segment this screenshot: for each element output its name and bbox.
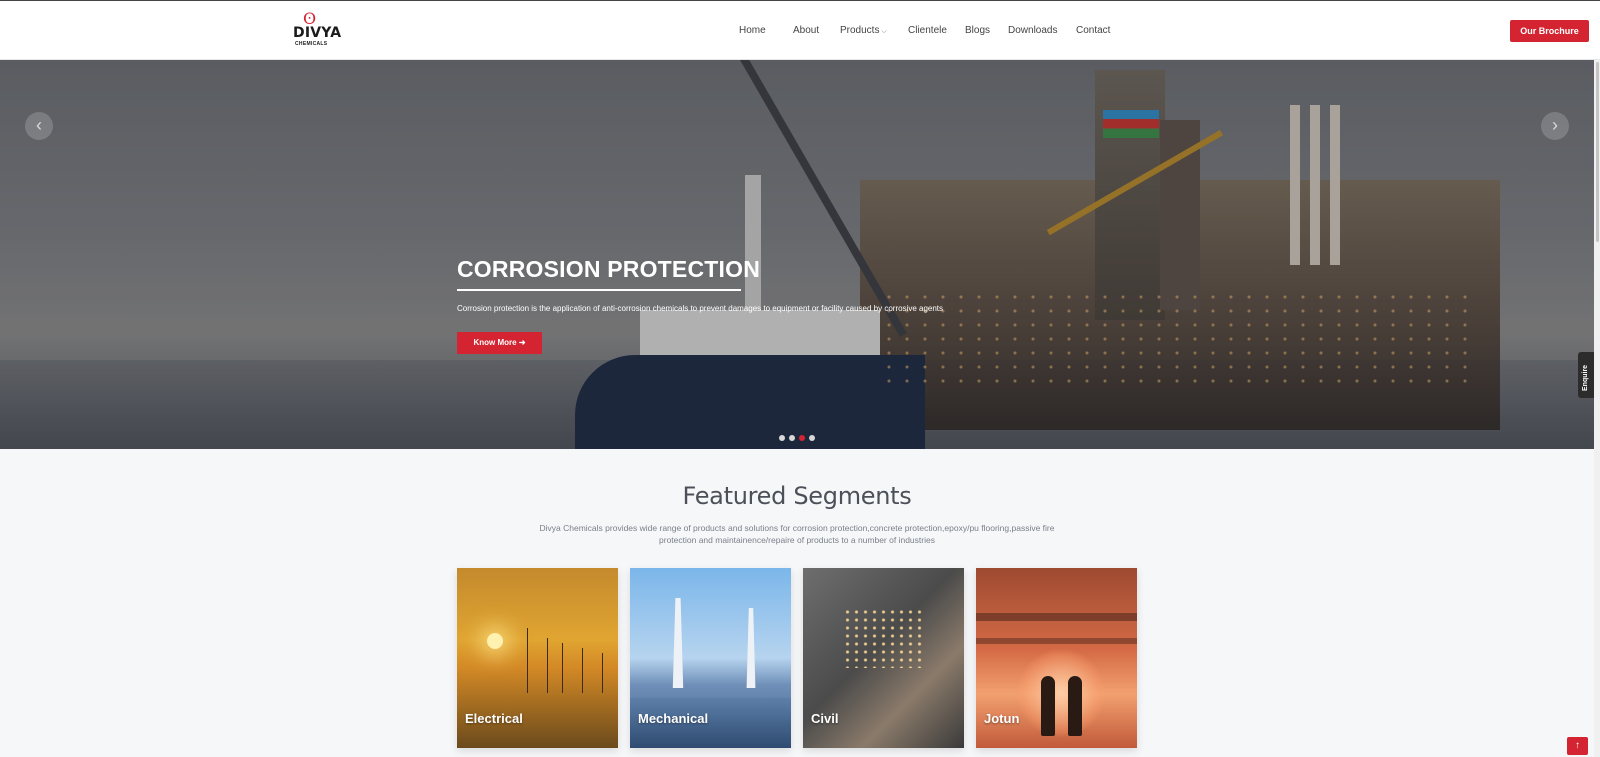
chevron-right-icon: ›	[1552, 115, 1558, 135]
chevron-left-icon: ‹	[36, 115, 42, 135]
segment-card-electrical[interactable]: Electrical	[457, 568, 618, 748]
hero-overlay	[0, 60, 1600, 449]
hero-description: Corrosion protection is the application …	[457, 304, 944, 313]
segment-card-label: Jotun	[984, 711, 1020, 726]
wind-turbine	[562, 643, 563, 693]
chevron-down-icon: ⌵	[881, 28, 887, 35]
segment-card-jotun[interactable]: Jotun	[976, 568, 1137, 748]
enquire-tab[interactable]: Enquire	[1578, 352, 1594, 398]
slider-dot-3[interactable]	[799, 435, 805, 441]
segment-card-mechanical[interactable]: Mechanical	[630, 568, 791, 748]
arrow-right-icon: ➜	[518, 338, 526, 347]
featured-segments-title: Featured Segments	[682, 482, 912, 510]
logo-name: DIVYA	[293, 25, 342, 41]
glow-shape	[1016, 648, 1106, 738]
divya-chemicals-logo[interactable]: ʘ DIVYA CHEMICALS	[293, 11, 341, 49]
nav-home[interactable]: Home	[739, 25, 766, 37]
wind-turbine	[582, 648, 583, 693]
slider-dot-2[interactable]	[789, 435, 795, 441]
pipe-shape	[976, 613, 1137, 621]
nav-blogs[interactable]: Blogs	[965, 25, 990, 37]
top-navbar: ʘ DIVYA CHEMICALS Home About Products ⌵ C…	[0, 0, 1600, 60]
hero-title: CORROSION PROTECTION	[457, 256, 761, 282]
nav-about[interactable]: About	[793, 25, 819, 37]
nav-contact[interactable]: Contact	[1076, 25, 1110, 37]
wind-turbine	[547, 638, 548, 693]
our-brochure-button[interactable]: Our Brochure	[1510, 20, 1589, 42]
arrow-up-icon: ↑	[1575, 740, 1580, 751]
segment-card-label: Civil	[811, 711, 839, 726]
slider-dot-4[interactable]	[809, 435, 815, 441]
segment-card-civil[interactable]: Civil	[803, 568, 964, 748]
slider-next-button[interactable]: ›	[1541, 112, 1569, 140]
hero-title-underline	[457, 289, 741, 291]
enquire-label: Enquire	[1582, 364, 1589, 391]
slider-dot-1[interactable]	[779, 435, 785, 441]
featured-segments-description: Divya Chemicals provides wide range of p…	[539, 523, 1055, 545]
know-more-button[interactable]: Know More ➜	[457, 332, 542, 354]
hero-slider: ‹ › CORROSION PROTECTION Corrosion prote…	[0, 60, 1600, 449]
slider-prev-button[interactable]: ‹	[25, 112, 53, 140]
worker-silhouette	[1068, 676, 1082, 736]
segment-card-label: Mechanical	[638, 711, 709, 726]
welding-sparks	[843, 608, 923, 668]
nav-products[interactable]: Products ⌵	[840, 25, 887, 38]
wind-turbine	[527, 628, 528, 693]
scroll-to-top-button[interactable]: ↑	[1567, 737, 1588, 755]
nav-downloads[interactable]: Downloads	[1008, 25, 1057, 37]
port-crane	[672, 598, 684, 688]
wind-turbine	[602, 653, 603, 693]
pipe-shape	[976, 638, 1137, 644]
nav-products-label: Products	[840, 25, 880, 36]
worker-silhouette	[1041, 676, 1055, 736]
logo-subtitle: CHEMICALS	[295, 41, 328, 47]
port-crane	[746, 608, 756, 688]
segment-card-label: Electrical	[465, 711, 523, 726]
nav-clientele[interactable]: Clientele	[908, 25, 947, 37]
sun-shape	[487, 633, 503, 649]
know-more-label: Know More	[473, 338, 517, 347]
scrollbar-thumb[interactable]	[1596, 62, 1599, 242]
